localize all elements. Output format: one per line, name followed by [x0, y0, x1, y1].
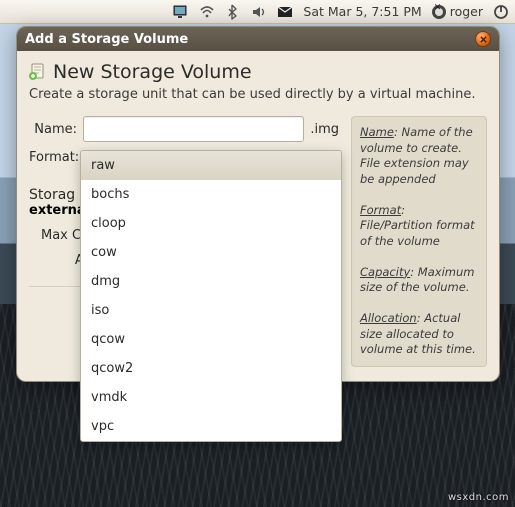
watermark: wsxdn.com	[448, 492, 509, 503]
close-button[interactable]	[475, 31, 491, 47]
name-label: Name:	[29, 122, 77, 137]
name-input[interactable]	[83, 116, 304, 142]
username-label: roger	[450, 4, 483, 19]
help-capacity-term: Capacity	[360, 265, 410, 279]
format-option-vpc[interactable]: vpc	[81, 412, 341, 441]
monitor-icon[interactable]	[173, 4, 189, 20]
power-icon[interactable]	[493, 4, 509, 20]
format-option-vmdk[interactable]: vmdk	[81, 383, 341, 412]
clock[interactable]: Sat Mar 5, 7:51 PM	[303, 4, 421, 19]
volume-add-icon	[29, 63, 47, 81]
user-avatar-icon	[432, 5, 446, 19]
format-option-raw[interactable]: raw	[81, 151, 341, 180]
format-option-cow[interactable]: cow	[81, 238, 341, 267]
format-option-qcow[interactable]: qcow	[81, 325, 341, 354]
top-panel: Sat Mar 5, 7:51 PM roger	[0, 0, 515, 24]
format-label: Format:	[29, 150, 77, 165]
wifi-icon[interactable]	[199, 4, 215, 20]
titlebar[interactable]: Add a Storage Volume	[17, 27, 499, 51]
user-menu[interactable]: roger	[432, 4, 483, 19]
name-extension: .img	[310, 122, 339, 137]
format-option-qcow2[interactable]: qcow2	[81, 354, 341, 383]
format-option-bochs[interactable]: bochs	[81, 180, 341, 209]
window-title: Add a Storage Volume	[25, 32, 475, 47]
mail-icon[interactable]	[277, 4, 293, 20]
volume-icon[interactable]	[251, 4, 267, 20]
page-subtitle: Create a storage unit that can be used d…	[29, 87, 487, 102]
help-alloc-term: Allocation	[360, 311, 417, 325]
page-title: New Storage Volume	[53, 61, 252, 83]
help-panel: Name: Name of the volume to create. File…	[351, 116, 487, 367]
format-dropdown[interactable]: rawbochscloopcowdmgisoqcowqcow2vmdkvpc	[80, 150, 342, 442]
bluetooth-icon[interactable]	[225, 4, 241, 20]
help-format-term: Format	[360, 203, 401, 217]
format-option-cloop[interactable]: cloop	[81, 209, 341, 238]
format-option-dmg[interactable]: dmg	[81, 267, 341, 296]
page-heading: New Storage Volume	[29, 61, 487, 83]
format-option-iso[interactable]: iso	[81, 296, 341, 325]
help-name-term: Name	[360, 125, 394, 139]
